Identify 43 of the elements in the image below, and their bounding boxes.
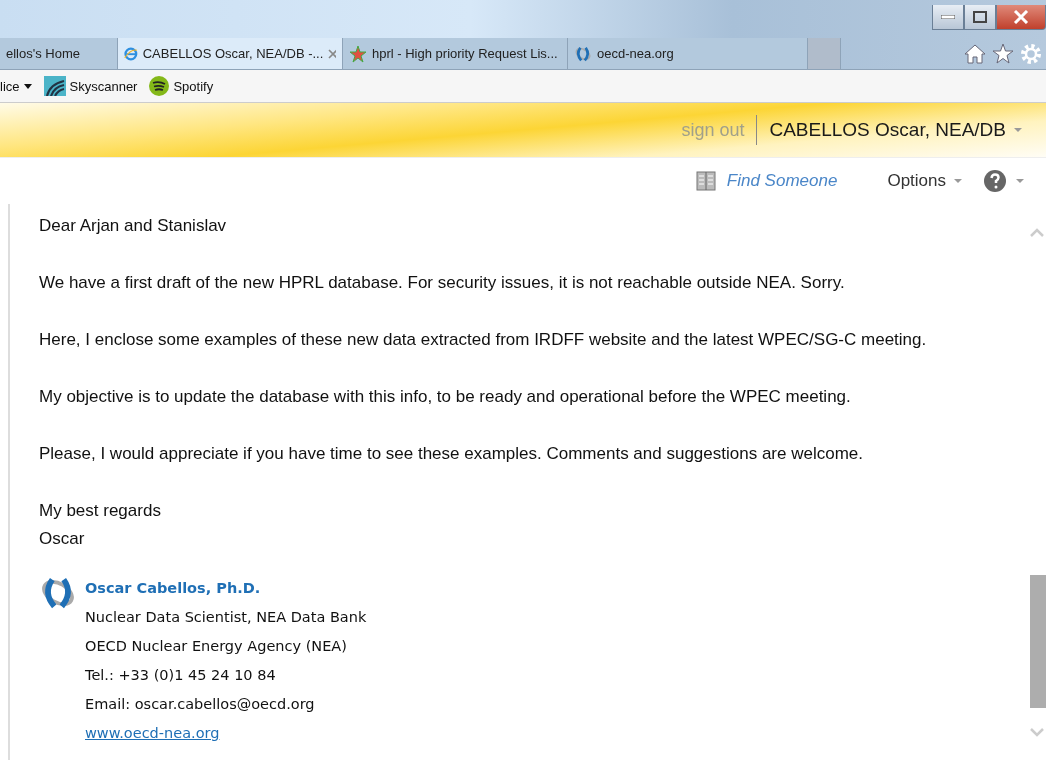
settings-icon[interactable] [1020, 42, 1042, 65]
favorites-star-icon[interactable] [992, 43, 1014, 64]
message-text: Please, I would appreciate if you have time to see these examples. Comments and suggestions are welcome. [39, 443, 864, 465]
signature-line: Email: oscar.cabellos@oecd.org [85, 695, 316, 714]
message-text: We have a first draft of the new HPRL database. For security issues, it is not reachable outside NEA. Sorry. [39, 272, 846, 294]
browser-tab[interactable]: ellos's Home [0, 38, 118, 69]
dropdown-icon [23, 83, 32, 89]
favorites-link[interactable]: Skyscanner [43, 76, 138, 96]
signature-line: Tel.: +33 (0)1 45 24 10 84 [85, 666, 277, 685]
signature-line: OECD Nuclear Energy Agency (NEA) [85, 637, 348, 656]
favorites-link[interactable]: Spotify [149, 76, 214, 96]
close-icon [1013, 10, 1029, 24]
signature-name: Oscar Cabellos, Ph.D. [85, 579, 262, 598]
find-someone-link[interactable]: Find Someone [726, 171, 838, 191]
scroll-down-icon[interactable] [1030, 727, 1044, 737]
message-text: Oscar [39, 528, 86, 550]
message-text: My objective is to update the database with this info, to be ready and operational before the WPEC meeting. [39, 386, 852, 408]
address-book-icon[interactable] [694, 170, 717, 192]
spotify-icon [149, 76, 170, 96]
user-menu[interactable]: CABELLOS Oscar, NEA/DB [757, 119, 1022, 141]
message-text: My best regards [39, 500, 162, 522]
minimize-icon [941, 15, 955, 19]
maximize-button[interactable] [964, 5, 996, 30]
message-text: Dear Arjan and Stanislav [39, 215, 228, 237]
logo-icon [574, 44, 592, 63]
website-link[interactable]: www.oecd-nea.org [85, 725, 220, 741]
close-button[interactable] [996, 5, 1046, 30]
home-icon[interactable] [964, 43, 986, 64]
message-text: Here, I enclose some examples of these new data extracted from IRDFF website and the latest WPEC/SG-C meeting. [39, 329, 928, 351]
maximize-icon [973, 11, 987, 23]
browser-tab[interactable]: oecd-nea.org [568, 38, 808, 69]
waves-icon [43, 76, 66, 96]
minimize-button[interactable] [932, 5, 964, 30]
options-menu[interactable]: Options [887, 171, 962, 191]
help-icon[interactable] [984, 170, 1006, 192]
browser-tab[interactable]: CABELLOS Oscar, NEA/DB -... [118, 38, 343, 69]
favorites-link[interactable]: lice [0, 78, 32, 94]
scroll-up-icon[interactable] [1030, 227, 1044, 237]
scrollbar-thumb[interactable] [1030, 575, 1046, 708]
browser-tab[interactable]: hprl - High priority Request Lis... [343, 38, 568, 69]
star-icon [349, 44, 367, 63]
signature-line: Nuclear Data Scientist, NEA Data Bank [85, 608, 367, 627]
close-icon[interactable] [328, 48, 336, 59]
